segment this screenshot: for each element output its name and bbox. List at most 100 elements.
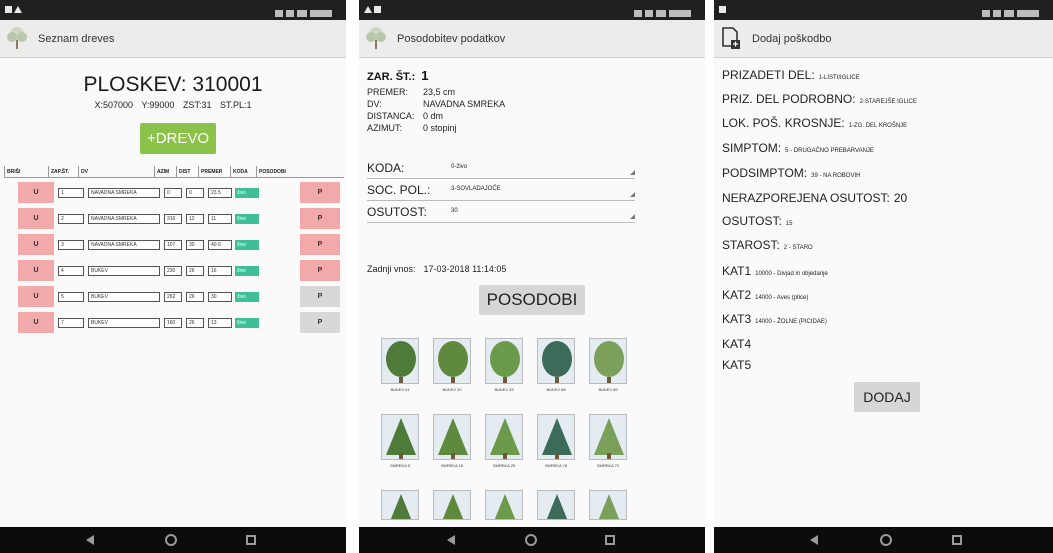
delete-row-button[interactable]: U xyxy=(18,234,54,255)
code-dropdown[interactable]: KODA: 0-živo xyxy=(367,158,635,179)
tree-thumbnail[interactable]: BUKEV 33 xyxy=(485,338,523,394)
diameter-field[interactable]: 40.6 xyxy=(208,239,232,250)
tree-thumbnail[interactable]: BUKEV 61 xyxy=(381,338,419,394)
tree-thumbnail[interactable] xyxy=(433,490,471,524)
update-row-button[interactable]: P xyxy=(300,208,340,229)
home-icon[interactable] xyxy=(880,534,892,546)
diameter-field[interactable]: 11 xyxy=(208,213,232,224)
tree-thumbnail[interactable]: SMREKA 25 xyxy=(485,414,523,470)
row-number-field[interactable]: 5 xyxy=(58,291,84,302)
diameter-field[interactable]: 13 xyxy=(208,317,232,328)
tree-thumbnail[interactable]: SMREKA 5 xyxy=(381,414,419,470)
thumbnail-caption: SMREKA 16 xyxy=(440,463,464,468)
azimuth-field[interactable]: 262 xyxy=(164,291,182,302)
update-row-button[interactable]: P xyxy=(300,312,340,333)
row-number-field[interactable]: 1 xyxy=(58,187,84,198)
diameter-field[interactable]: 23.5 xyxy=(208,187,232,198)
damage-field-row[interactable]: LOK. POŠ. KROSNJE: 1-ZG. DEL KROŠNJE xyxy=(722,116,907,130)
azimuth-field[interactable]: 160 xyxy=(164,317,182,328)
home-icon[interactable] xyxy=(525,534,537,546)
species-field[interactable]: BUKEV xyxy=(88,265,160,276)
recent-apps-icon[interactable] xyxy=(246,535,256,545)
row-number-field[interactable]: 2 xyxy=(58,213,84,224)
delete-row-button[interactable]: U xyxy=(18,260,54,281)
damage-field-row[interactable]: KAT4 xyxy=(722,337,755,351)
social-position-dropdown[interactable]: SOC. POL.: 3-SOVLADAJOČE xyxy=(367,180,635,201)
update-row-button[interactable]: P xyxy=(300,182,340,203)
tree-image-icon xyxy=(590,491,626,519)
damage-field-row[interactable]: SIMPTOM: 5 - DRUGAČNO PREBARVANJE xyxy=(722,141,874,155)
delete-row-button[interactable]: U xyxy=(18,208,54,229)
thumbnail-caption: BUKEV 61 xyxy=(390,387,410,392)
damage-field-row[interactable]: PRIZ. DEL PODROBNO: 2-STAREJŠE IGLICE xyxy=(722,92,917,106)
distance-field[interactable]: 12 xyxy=(186,213,204,224)
azimuth-field[interactable]: 230 xyxy=(164,265,182,276)
update-row-button[interactable]: P xyxy=(300,260,340,281)
app-bar: Seznam dreves xyxy=(0,20,346,58)
species-field[interactable]: BUKEV xyxy=(88,291,160,302)
notification-icon xyxy=(374,6,381,13)
tree-thumbnail[interactable]: SMREKA 72 xyxy=(589,414,627,470)
tree-thumbnail[interactable] xyxy=(537,490,575,524)
nav-bar xyxy=(0,527,346,553)
home-icon[interactable] xyxy=(165,534,177,546)
tree-icon xyxy=(7,27,27,49)
azimuth-field[interactable]: 0 xyxy=(164,187,182,198)
defoliation-dropdown[interactable]: OSUTOST: 30 xyxy=(367,202,635,223)
row-number-field[interactable]: 3 xyxy=(58,239,84,250)
species-field[interactable]: BUKEV xyxy=(88,317,160,328)
species-field[interactable]: NAVADNA SMREKA xyxy=(88,239,160,250)
diameter-field[interactable]: 30 xyxy=(208,291,232,302)
tree-thumbnail[interactable] xyxy=(381,490,419,524)
add-tree-button[interactable]: +DREVO xyxy=(140,123,216,154)
damage-field-row[interactable]: PODSIMPTOM: 39 - NA ROBOVIH xyxy=(722,166,860,180)
recent-apps-icon[interactable] xyxy=(605,535,615,545)
delete-row-button[interactable]: U xyxy=(18,286,54,307)
tree-icon xyxy=(366,27,386,49)
tree-image-icon xyxy=(382,339,418,383)
azimuth-field[interactable]: 316 xyxy=(164,213,182,224)
damage-field-row[interactable]: KAT2 14000 - Aves (ptice) xyxy=(722,288,808,302)
damage-field-row[interactable]: KAT1 10000 - Divjad in objedanje xyxy=(722,264,828,278)
tree-thumbnail[interactable]: BUKEV 68 xyxy=(537,338,575,394)
tree-thumbnail[interactable]: BUKEV 69 xyxy=(589,338,627,394)
distance-field[interactable]: 0 xyxy=(186,187,204,198)
delete-row-button[interactable]: U xyxy=(18,182,54,203)
tree-thumbnail[interactable]: SMREKA 78 xyxy=(537,414,575,470)
distance-field[interactable]: 26 xyxy=(186,291,204,302)
damage-field-row[interactable]: KAT5 xyxy=(722,358,755,372)
damage-field-label: NERAZPOREJENA OSUTOST: xyxy=(722,191,890,205)
species-field[interactable]: NAVADNA SMREKA xyxy=(88,213,160,224)
row-number-field[interactable]: 7 xyxy=(58,317,84,328)
damage-field-row[interactable]: KAT3 14000 - ŽOLNE (PICIDAE) xyxy=(722,312,827,326)
update-button[interactable]: POSODOBI xyxy=(479,285,585,315)
tree-photo xyxy=(381,490,419,520)
update-row-button[interactable]: P xyxy=(300,286,340,307)
tree-thumbnail[interactable] xyxy=(589,490,627,524)
back-icon[interactable] xyxy=(810,535,818,545)
add-damage-button[interactable]: DODAJ xyxy=(854,382,920,412)
back-icon[interactable] xyxy=(447,535,455,545)
tree-thumbnail[interactable] xyxy=(485,490,523,524)
distance-field[interactable]: 26 xyxy=(186,317,204,328)
species-field[interactable]: NAVADNA SMREKA xyxy=(88,187,160,198)
distance-field[interactable]: 26 xyxy=(186,265,204,276)
damage-field-row[interactable]: OSUTOST: 15 xyxy=(722,214,792,228)
tree-thumbnail[interactable]: BUKEV 20 xyxy=(433,338,471,394)
app-title: Posodobitev podatkov xyxy=(397,33,506,45)
row-number-field[interactable]: 4 xyxy=(58,265,84,276)
delete-row-button[interactable]: U xyxy=(18,312,54,333)
recent-apps-icon[interactable] xyxy=(952,535,962,545)
damage-field-row[interactable]: NERAZPOREJENA OSUTOST: 20 xyxy=(722,191,907,205)
damage-field-row[interactable]: STAROST: 2 - STARO xyxy=(722,238,813,252)
back-icon[interactable] xyxy=(86,535,94,545)
table-row: U 5 BUKEV 262 26 30 živo P xyxy=(4,285,344,308)
damage-field-value: 2-STAREJŠE IGLICE xyxy=(859,99,917,105)
status-badge: živo xyxy=(235,291,259,302)
distance-field[interactable]: 30 xyxy=(186,239,204,250)
tree-thumbnail[interactable]: SMREKA 16 xyxy=(433,414,471,470)
diameter-field[interactable]: 16 xyxy=(208,265,232,276)
update-row-button[interactable]: P xyxy=(300,234,340,255)
azimuth-field[interactable]: 107 xyxy=(164,239,182,250)
damage-field-row[interactable]: PRIZADETI DEL: 1-LISTI/IGLICE xyxy=(722,68,860,82)
